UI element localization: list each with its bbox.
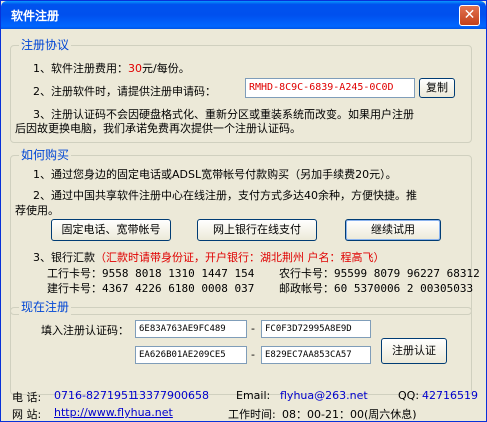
bank-number: 4367 4226 6180 0008 037 [102,282,255,295]
phone-broadband-pay-button[interactable]: 固定电话、宽带帐号 [51,219,171,241]
footer-hours-label: 工作时间: [228,408,276,421]
register-button[interactable]: 注册认证 [381,338,447,364]
agreement-line2: 2、注册软件时，请提供注册申请码： [33,85,216,98]
footer-qq: 42716519 [422,389,478,402]
bank-icbc: 工行卡号：9558 8018 1310 1447 154 [47,265,254,281]
fee-price: 30 [128,62,142,75]
bank-number: 95599 8079 96227 68312 [334,267,480,280]
footer-qq-label: QQ: [398,389,420,402]
footer-hours: 08：00-21：00(周六休息) [282,408,417,421]
footer-phone2: 13377900658 [132,389,209,402]
purchase-legend: 如何购买 [19,146,72,163]
footer-email-label: Email: [236,389,271,402]
purchase-line1: 1、通过您身边的固定电话或ADSL宽带帐号付款购买（另加手续费20元）。 [33,168,397,181]
continue-trial-button[interactable]: 继续试用 [345,219,441,241]
bank-transfer-note: （汇款时请带身份证，开户银行：湖北荆州 户名：程高飞） [95,251,385,264]
purchase-line3: 3、银行汇款（汇款时请带身份证，开户银行：湖北荆州 户名：程高飞） [33,249,385,265]
code-separator: - [251,322,255,335]
bank-ccb: 建行卡号：4367 4226 6180 0008 037 [47,280,254,296]
bank-label: 工行卡号： [47,267,102,280]
bank-label: 农行卡号： [279,267,334,280]
fee-label: 1、软件注册费用： [33,62,128,75]
bank-number: 60 5370006 2 00305033 [334,282,474,295]
registration-window: 软件注册 ✕ 注册协议 1、软件注册费用：30元/每份。 2、注册软件时，请提供… [0,0,487,422]
auth-code-field-1[interactable]: 6E83A763AE9FC489 [135,320,247,338]
footer-phone1: 0716-8271951 [54,389,135,402]
request-code-field[interactable]: RMHD-8C9C-6839-A245-0C0D [245,78,415,98]
copy-button[interactable]: 复制 [419,78,455,98]
footer-site-link[interactable]: http://www.flyhua.net [54,406,173,419]
agreement-legend: 注册协议 [19,36,72,53]
dialog-body: 注册协议 1、软件注册费用：30元/每份。 2、注册软件时，请提供注册申请码： … [4,29,483,421]
bank-number: 9558 8018 1310 1447 154 [102,267,255,280]
purchase-group: 如何购买 1、通过您身边的固定电话或ADSL宽带帐号付款购买（另加手续费20元）… [10,146,480,315]
bank-label: 建行卡号： [47,282,102,295]
purchase-line2a: 2、通过中国共享软件注册中心在线注册，支付方式多达40余种，方便快捷。推 [33,189,417,202]
bank-transfer-label: 3、银行汇款 [33,251,95,264]
agreement-group: 注册协议 1、软件注册费用：30元/每份。 2、注册软件时，请提供注册申请码： … [10,36,472,143]
footer-phone-label: 电 话: [12,391,42,404]
auth-code-field-3[interactable]: EA626B01AE209CE5 [135,346,247,364]
title-bar[interactable]: 软件注册 ✕ [1,1,486,29]
footer-email-link[interactable]: flyhua@263.net [280,389,368,402]
code-separator: - [251,348,255,361]
purchase-line2b: 荐使用。 [15,204,59,217]
online-bank-pay-button[interactable]: 网上银行在线支付 [197,219,317,241]
auth-code-field-2[interactable]: FC0F3D72995A8E9D [261,320,371,338]
auth-code-label: 填入注册认证码： [41,324,129,337]
close-button[interactable]: ✕ [459,5,480,26]
bank-abc: 农行卡号：95599 8079 96227 68312 [279,265,480,281]
footer-site-label: 网 站: [12,408,42,421]
auth-code-field-4[interactable]: E829EC7AA853CA57 [261,346,371,364]
bank-label: 邮政帐号： [279,282,334,295]
register-group: 现在注册 填入注册认证码： 6E83A763AE9FC489 - FC0F3D7… [10,298,472,395]
agreement-line3b: 后因故更换电脑，我们承诺免费再次提供一个注册认证码。 [15,122,301,135]
register-legend: 现在注册 [19,298,72,315]
agreement-line1: 1、软件注册费用：30元/每份。 [33,60,190,76]
bank-postal: 邮政帐号：60 5370006 2 00305033 [279,280,473,296]
fee-unit: 元/每份。 [142,62,190,75]
window-title: 软件注册 [11,9,60,23]
